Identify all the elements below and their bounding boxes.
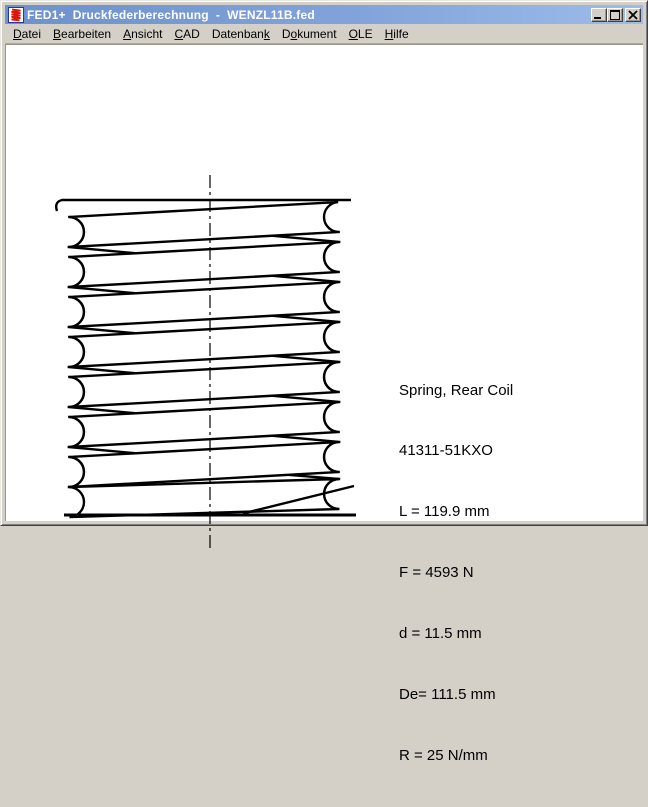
- annotation-line: d = 11.5 mm: [399, 624, 513, 644]
- window-title: FED1+ Druckfederberechnung - WENZL11B.fe…: [27, 8, 591, 22]
- annotation-line: R = 25 N/mm: [399, 746, 513, 766]
- menu-item-bearbeiten[interactable]: Bearbeiten: [47, 25, 117, 43]
- menu-item-cad[interactable]: CAD: [168, 25, 205, 43]
- menu-item-datenbank[interactable]: Datenbank: [206, 25, 276, 43]
- spring-drawing: [6, 45, 648, 571]
- menu-item-dokument[interactable]: Dokument: [276, 25, 343, 43]
- spring-annotation: Spring, Rear Coil 41311-51KXO L = 119.9 …: [399, 340, 513, 807]
- title-bar[interactable]: FED1+ Druckfederberechnung - WENZL11B.fe…: [5, 5, 643, 24]
- annotation-line: L = 119.9 mm: [399, 502, 513, 522]
- minimize-icon: [593, 10, 605, 20]
- app-window: FED1+ Druckfederberechnung - WENZL11B.fe…: [0, 0, 648, 526]
- close-icon: [627, 10, 639, 20]
- menu-item-ole[interactable]: OLE: [343, 25, 379, 43]
- minimize-button[interactable]: [591, 8, 607, 22]
- menu-item-hilfe[interactable]: Hilfe: [379, 25, 415, 43]
- drawing-canvas: Spring, Rear Coil 41311-51KXO L = 119.9 …: [5, 44, 643, 521]
- menu-item-ansicht[interactable]: Ansicht: [117, 25, 168, 43]
- annotation-line: Spring, Rear Coil: [399, 381, 513, 401]
- close-button[interactable]: [625, 8, 641, 22]
- maximize-button[interactable]: [607, 8, 623, 22]
- menu-item-datei[interactable]: Datei: [7, 25, 47, 43]
- spring-app-icon[interactable]: [8, 7, 24, 23]
- maximize-icon: [609, 10, 621, 20]
- menu-bar: Datei Bearbeiten Ansicht CAD Datenbank D…: [5, 24, 643, 44]
- annotation-line: De= 111.5 mm: [399, 685, 513, 705]
- window-controls: [591, 8, 641, 22]
- annotation-line: F = 4593 N: [399, 563, 513, 583]
- annotation-line: 41311-51KXO: [399, 441, 513, 461]
